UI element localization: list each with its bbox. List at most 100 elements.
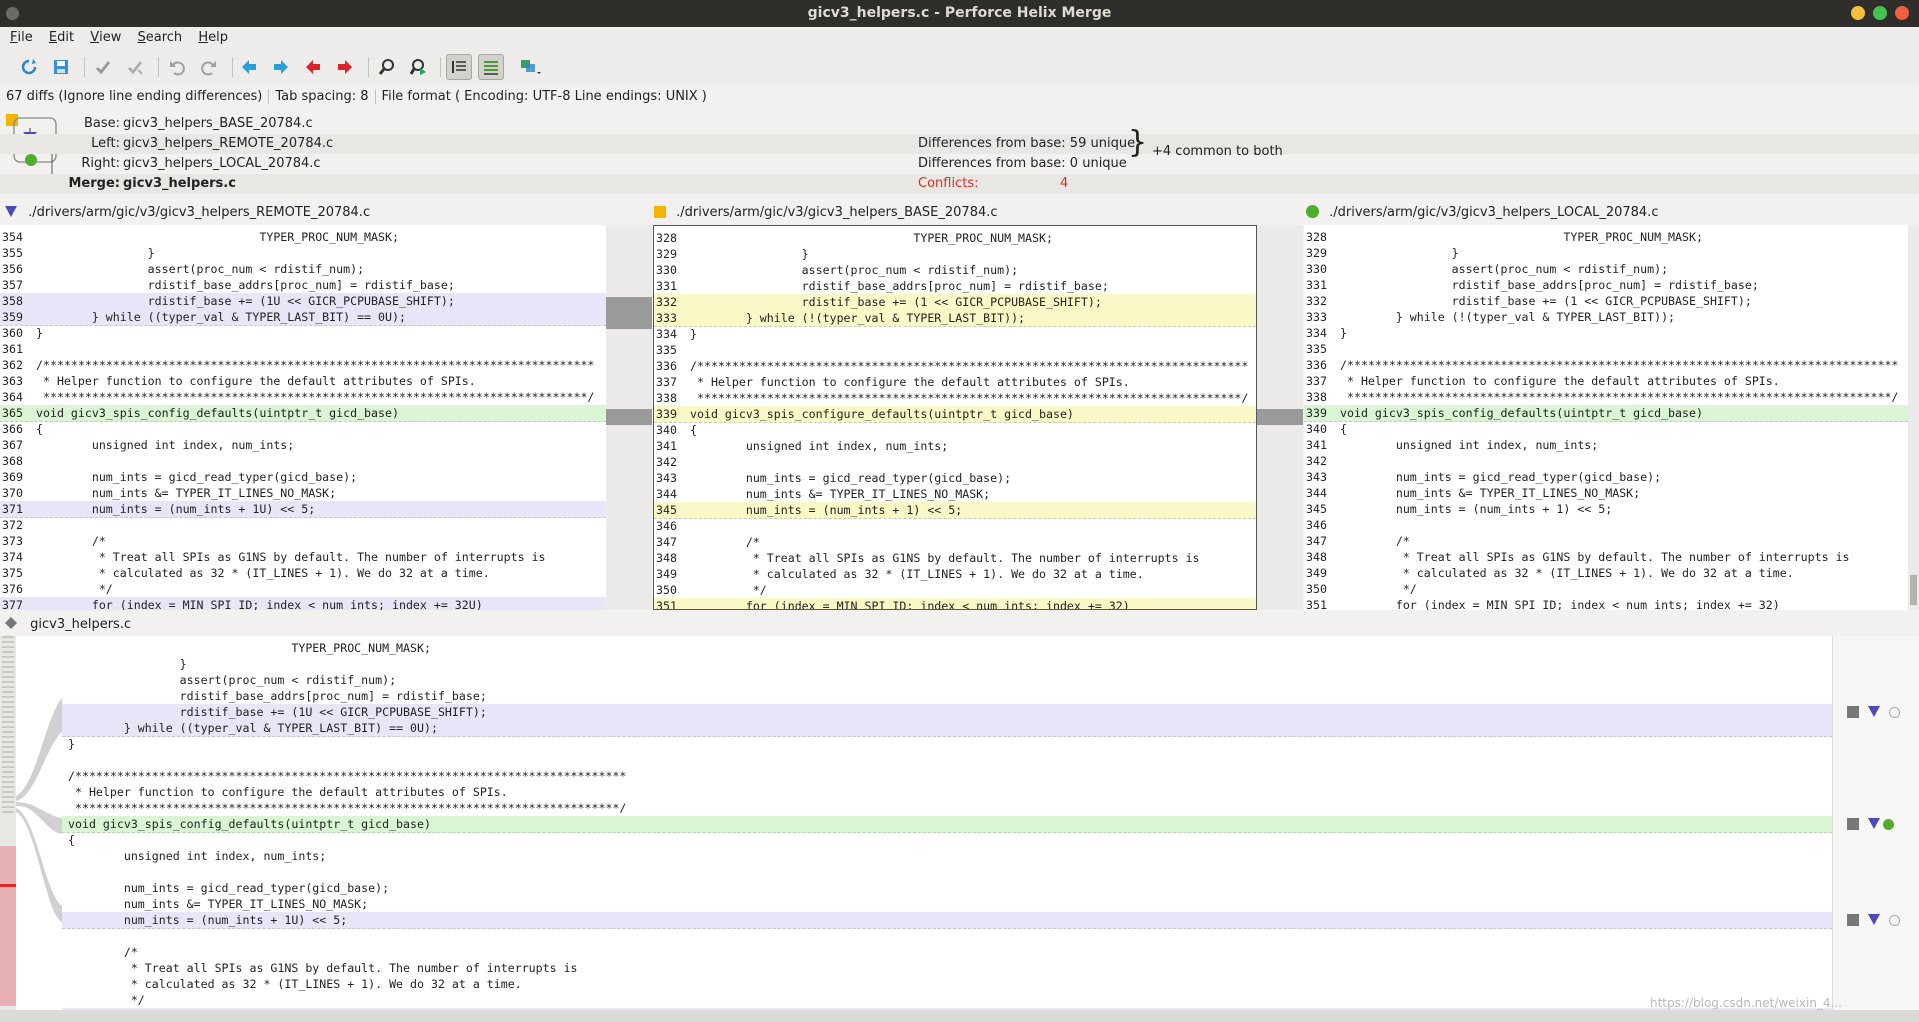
line-number: 347: [1306, 534, 1327, 548]
refresh-icon[interactable]: [16, 54, 42, 80]
line-number: 331: [1306, 278, 1327, 292]
find-next-icon[interactable]: [406, 54, 432, 80]
merge-code-line[interactable]: * Helper function to configure the defau…: [68, 784, 508, 800]
merge-code-line[interactable]: }: [68, 656, 187, 672]
merge-code-line[interactable]: void gicv3_spis_config_defaults(uintptr_…: [68, 816, 431, 832]
choose-left-icon[interactable]: [1867, 912, 1881, 926]
merge-minimap[interactable]: [0, 636, 16, 1010]
merge-code-line[interactable]: rdistif_base_addrs[proc_num] = rdistif_b…: [68, 688, 487, 704]
line-number: 368: [2, 454, 23, 468]
merge-code-line[interactable]: num_ints = (num_ints + 1U) << 5;: [68, 912, 347, 928]
code-line: unsigned int index, num_ints;: [1340, 438, 1599, 452]
line-number: 351: [1306, 598, 1327, 610]
pane-scrollbar[interactable]: [1908, 225, 1919, 610]
merge-code-line[interactable]: rdistif_base += (1U << GICR_PCPUBASE_SHI…: [68, 704, 487, 720]
code-line: assert(proc_num < rdistif_num);: [1340, 262, 1669, 276]
line-number: 336: [656, 359, 677, 373]
code-line: rdistif_base_addrs[proc_num] = rdistif_b…: [36, 278, 455, 292]
merge-code-line[interactable]: /***************************************…: [68, 768, 626, 784]
line-number: 338: [656, 391, 677, 405]
merge-code-line[interactable]: } while ((typer_val & TYPER_LAST_BIT) ==…: [68, 720, 438, 736]
choose-left-icon[interactable]: [1867, 816, 1881, 830]
code-line: /***************************************…: [690, 359, 1249, 373]
merge-code-line[interactable]: assert(proc_num < rdistif_num);: [68, 672, 396, 688]
undo-icon[interactable]: [164, 54, 190, 80]
choose-base-icon[interactable]: [1847, 818, 1859, 830]
diff-view-icon[interactable]: [478, 54, 504, 80]
line-number: 336: [1306, 358, 1327, 372]
diff-action-1[interactable]: [1847, 704, 1901, 722]
merge-code-line[interactable]: TYPER_PROC_NUM_MASK;: [68, 640, 431, 656]
minimize-button[interactable]: [1851, 6, 1865, 20]
maximize-button[interactable]: [1873, 6, 1887, 20]
left-pane[interactable]: 354 TYPER_PROC_NUM_MASK; 355 } 356 assert(…: [0, 225, 606, 610]
code-line: }: [36, 326, 43, 340]
line-number: 375: [2, 566, 23, 580]
accept-icon[interactable]: [90, 54, 116, 80]
code-line: {: [1340, 422, 1347, 436]
reject-icon[interactable]: [122, 54, 148, 80]
code-line: ****************************************…: [1340, 390, 1899, 404]
line-number: 371: [2, 502, 23, 516]
prev-diff-icon[interactable]: [236, 54, 262, 80]
next-conflict-icon[interactable]: [332, 54, 358, 80]
merge-action-strip: [1832, 636, 1919, 1010]
merge-code-line[interactable]: unsigned int index, num_ints;: [68, 848, 326, 864]
line-numbers-icon[interactable]: [446, 54, 472, 80]
choose-right-icon[interactable]: [1889, 707, 1901, 718]
choose-left-icon[interactable]: [1867, 704, 1881, 718]
merge-code-line[interactable]: * calculated as 32 * (IT_LINES + 1). We …: [68, 976, 522, 992]
line-number: 340: [1306, 422, 1327, 436]
merge-code-line[interactable]: num_ints = gicd_read_typer(gicd_base);: [68, 880, 389, 896]
code-line: void gicv3_spis_configure_defaults(uintp…: [690, 407, 1074, 421]
menu-edit[interactable]: Edit: [43, 27, 80, 49]
prev-conflict-icon[interactable]: [300, 54, 326, 80]
find-icon[interactable]: [374, 54, 400, 80]
merge-pane[interactable]: TYPER_PROC_NUM_MASK; } assert(proc_num <…: [62, 636, 1832, 1010]
layout-icon[interactable]: [518, 54, 544, 80]
line-number: 334: [656, 327, 677, 341]
line-number: 337: [656, 375, 677, 389]
window-menu-icon[interactable]: [6, 7, 19, 20]
line-number: 363: [2, 374, 23, 388]
merge-connector: [16, 636, 62, 1010]
menu-file[interactable]: File: [0, 27, 39, 49]
choose-right-icon[interactable]: [1889, 915, 1901, 926]
line-number: 342: [656, 455, 677, 469]
code-line: assert(proc_num < rdistif_num);: [690, 263, 1019, 277]
line-number: 348: [1306, 550, 1327, 564]
merge-diamond-icon: [5, 617, 17, 629]
close-button[interactable]: [1895, 6, 1909, 20]
menu-view-mnemonic: V: [90, 30, 100, 45]
line-number: 374: [2, 550, 23, 564]
choose-right-icon[interactable]: [1883, 819, 1895, 830]
merge-code-line[interactable]: }: [68, 736, 75, 752]
merge-code-line[interactable]: */: [68, 992, 145, 1008]
merge-code-line[interactable]: num_ints &= TYPER_IT_LINES_NO_MASK;: [68, 896, 368, 912]
save-icon[interactable]: [48, 54, 74, 80]
code-line: void gicv3_spis_config_defaults(uintptr_…: [36, 406, 399, 420]
choose-base-icon[interactable]: [1847, 706, 1859, 718]
code-line: void gicv3_spis_config_defaults(uintptr_…: [1340, 406, 1703, 420]
merge-code-line[interactable]: /*: [68, 944, 138, 960]
right-pane[interactable]: 328 TYPER_PROC_NUM_MASK; 329 } 330 assert(…: [1304, 225, 1908, 610]
next-diff-icon[interactable]: [268, 54, 294, 80]
diff-action-3[interactable]: [1847, 912, 1901, 930]
merge-code-line[interactable]: ****************************************…: [68, 800, 626, 816]
horizontal-scrollbar[interactable]: [0, 1010, 1919, 1022]
menu-view[interactable]: View: [84, 27, 127, 49]
menu-search[interactable]: Search: [131, 27, 188, 49]
merge-code-line[interactable]: {: [68, 832, 75, 848]
base-pane[interactable]: 328 TYPER_PROC_NUM_MASK; 329 } 330 assert(…: [653, 225, 1257, 610]
merge-code-line[interactable]: * Treat all SPIs as G1NS by default. The…: [68, 960, 578, 976]
left-base-gutter: [606, 225, 652, 610]
redo-icon[interactable]: [196, 54, 222, 80]
diff-action-2[interactable]: [1847, 816, 1895, 834]
code-line: * Treat all SPIs as G1NS by default. The…: [690, 551, 1200, 565]
code-line: num_ints = (num_ints + 1) << 5;: [690, 503, 963, 517]
line-number: 333: [1306, 310, 1327, 324]
menu-help[interactable]: Help: [192, 27, 234, 49]
base-pane-path: ./drivers/arm/gic/v3/gicv3_helpers_BASE_…: [676, 205, 998, 220]
choose-base-icon[interactable]: [1847, 914, 1859, 926]
code-line: for (index = MIN_SPI_ID; index < num_int…: [690, 599, 1130, 610]
